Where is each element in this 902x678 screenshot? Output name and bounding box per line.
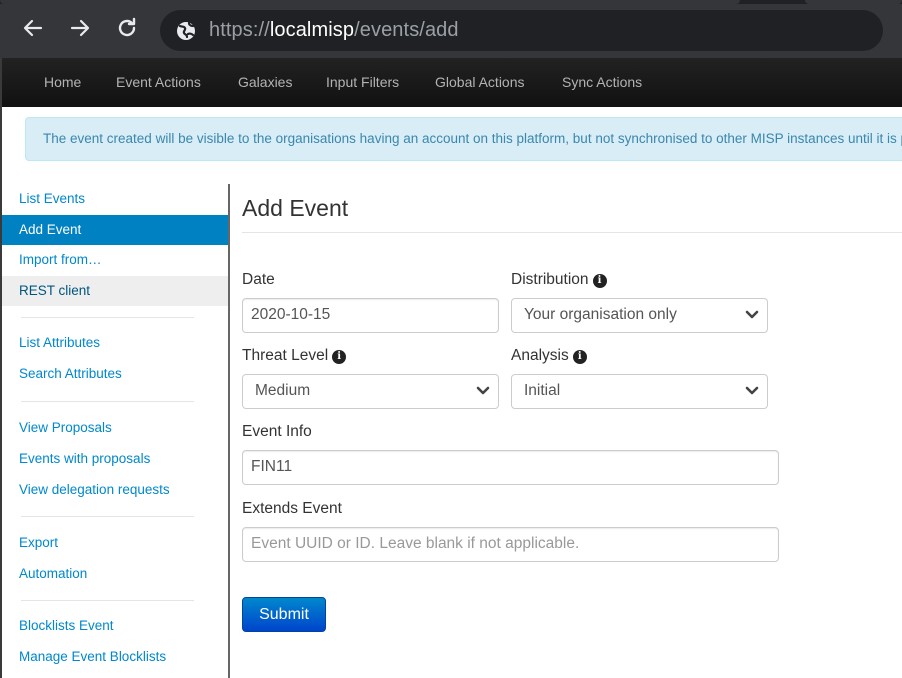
sidebar-divider xyxy=(21,600,194,601)
sidebar-item-search-attributes[interactable]: Search Attributes xyxy=(2,359,228,389)
sidebar-item-view-proposals[interactable]: View Proposals xyxy=(2,413,228,443)
event-info-input[interactable]: FIN11 xyxy=(242,450,779,485)
analysis-label-text: Analysis xyxy=(511,347,569,364)
sidebar-item-export[interactable]: Export xyxy=(2,528,228,558)
distribution-selected-value: Your organisation only xyxy=(524,306,677,323)
arrow-left-icon xyxy=(23,19,43,37)
nav-input-filters[interactable]: Input Filters xyxy=(326,74,399,90)
sidebar-item-import-from[interactable]: Import from… xyxy=(2,245,228,275)
sidebar-divider xyxy=(21,317,194,318)
sidebar-item-rest-client[interactable]: REST client xyxy=(2,276,228,306)
sidebar-item-manage-event-blocklists[interactable]: Manage Event Blocklists xyxy=(2,642,228,672)
address-bar[interactable]: https://localmisp/events/add xyxy=(160,10,883,51)
sidebar-item-events-with-proposals[interactable]: Events with proposals xyxy=(2,444,228,474)
back-button[interactable] xyxy=(19,16,47,44)
threat-level-select[interactable]: Medium xyxy=(242,374,499,409)
extends-event-input[interactable]: Event UUID or ID. Leave blank if not app… xyxy=(242,527,779,562)
chevron-down-icon xyxy=(745,386,759,395)
extends-event-label: Extends Event xyxy=(242,500,342,517)
analysis-selected-value: Initial xyxy=(524,382,561,399)
sidebar-item-list-attributes[interactable]: List Attributes xyxy=(2,328,228,358)
nav-home[interactable]: Home xyxy=(44,74,81,90)
reload-button[interactable] xyxy=(113,16,141,44)
sidebar-item-list-events[interactable]: List Events xyxy=(2,184,228,214)
browser-tab[interactable] xyxy=(805,0,902,4)
sidebar: List Events Add Event Import from… REST … xyxy=(2,184,230,678)
title-divider xyxy=(242,232,902,233)
info-icon[interactable]: i xyxy=(592,274,607,288)
arrow-right-icon xyxy=(70,19,90,37)
chevron-down-icon xyxy=(745,310,759,319)
threat-level-label-text: Threat Level xyxy=(242,347,329,364)
forward-button[interactable] xyxy=(66,16,94,44)
date-input[interactable]: 2020-10-15 xyxy=(242,298,499,333)
sidebar-divider xyxy=(21,516,194,517)
url-text: https://localmisp/events/add xyxy=(209,19,459,41)
date-label: Date xyxy=(242,271,275,288)
page-title: Add Event xyxy=(242,195,349,221)
analysis-label: Analysis i xyxy=(511,347,587,365)
distribution-label-text: Distribution xyxy=(511,271,589,288)
distribution-label: Distribution i xyxy=(511,271,607,289)
browser-tab[interactable] xyxy=(0,0,740,4)
submit-button[interactable]: Submit xyxy=(242,597,326,632)
nav-event-actions[interactable]: Event Actions xyxy=(116,74,201,90)
info-icon[interactable]: i xyxy=(572,350,587,364)
sidebar-divider xyxy=(21,401,194,402)
analysis-select[interactable]: Initial xyxy=(511,374,768,409)
info-icon[interactable]: i xyxy=(332,350,347,364)
sidebar-item-blocklists-event[interactable]: Blocklists Event xyxy=(2,611,228,641)
reload-icon xyxy=(118,17,136,37)
event-info-label: Event Info xyxy=(242,423,312,440)
distribution-select[interactable]: Your organisation only xyxy=(511,298,768,333)
nav-sync-actions[interactable]: Sync Actions xyxy=(562,74,642,90)
sidebar-item-view-delegation-requests[interactable]: View delegation requests xyxy=(2,475,228,505)
threat-level-label: Threat Level i xyxy=(242,347,347,365)
threat-level-selected-value: Medium xyxy=(255,382,311,399)
globe-icon xyxy=(177,21,195,40)
sidebar-item-automation[interactable]: Automation xyxy=(2,559,228,589)
nav-global-actions[interactable]: Global Actions xyxy=(435,74,525,90)
info-alert: The event created will be visible to the… xyxy=(25,117,902,161)
browser-toolbar: https://localmisp/events/add xyxy=(0,0,902,58)
sidebar-item-add-event[interactable]: Add Event xyxy=(2,215,228,245)
nav-galaxies[interactable]: Galaxies xyxy=(238,74,292,90)
chevron-down-icon xyxy=(476,386,490,395)
main-navbar: Home Event Actions Galaxies Input Filter… xyxy=(0,58,902,107)
